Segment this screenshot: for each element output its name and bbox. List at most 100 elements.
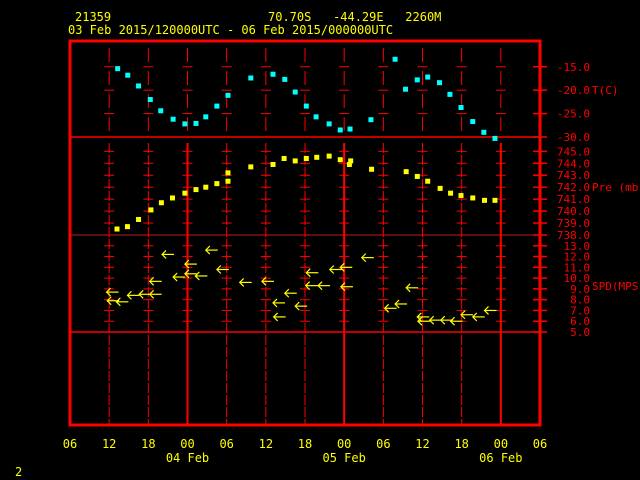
temperature-point [492, 135, 498, 141]
pressure-point [425, 178, 431, 184]
temperature-point [481, 129, 487, 135]
station-location: 70.70S -44.29E 2260M [268, 10, 441, 24]
pressure-point [403, 169, 409, 175]
temperature-point [125, 72, 131, 78]
temperature-point [248, 75, 254, 81]
wind-arrow [238, 277, 252, 287]
page-number: 2 [15, 465, 22, 479]
temperature-point [282, 76, 288, 82]
y-tick-label: -25.0 [557, 108, 590, 121]
pressure-point [303, 156, 309, 162]
temperature-point [203, 114, 209, 120]
y-axis-title: T(C) [592, 84, 619, 97]
data-marks [105, 56, 498, 326]
pressure-point [470, 195, 476, 201]
wind-arrow [272, 312, 286, 322]
pressure-point [492, 197, 498, 203]
pressure-point [437, 185, 443, 191]
temperature-point [392, 56, 398, 62]
pressure-point [148, 207, 154, 213]
temperature-point [347, 126, 353, 132]
x-tick-label: 18 [298, 437, 312, 451]
y-tick-label: 5.0 [570, 326, 590, 339]
temperature-point [270, 71, 276, 77]
temperature-point [158, 108, 164, 114]
pressure-point [203, 184, 209, 190]
station-id: 21359 [75, 10, 111, 24]
temperature-point [403, 86, 409, 92]
wind-arrow [172, 272, 186, 282]
pressure-point [337, 157, 343, 163]
wind-arrow [428, 315, 442, 325]
temperature-point [303, 103, 309, 109]
x-tick-label: 06 [376, 437, 390, 451]
x-date-label: 06 Feb [479, 451, 522, 465]
y-axis-title: Pre (mb) [592, 181, 640, 194]
wind-arrow [417, 316, 430, 326]
temperature-point [368, 117, 374, 123]
pressure-point [458, 193, 464, 199]
pressure-point [448, 190, 454, 196]
temperature-point [436, 80, 442, 86]
temperature-point [447, 91, 453, 97]
temperature-point [170, 116, 176, 122]
temperature-point [425, 74, 431, 80]
temperature-point [193, 120, 199, 126]
x-date-label: 04 Feb [166, 451, 209, 465]
x-tick-label: 12 [259, 437, 273, 451]
axis-labels: -15.0-20.0-25.0-30.0T(C)745.0744.0743.07… [63, 61, 640, 465]
pressure-point [326, 153, 332, 159]
pressure-point [158, 200, 164, 206]
wind-arrow [148, 289, 162, 299]
x-tick-label: 18 [454, 437, 468, 451]
pressure-point [193, 187, 199, 193]
wind-arrow [383, 303, 397, 313]
temperature-point [337, 127, 343, 133]
wind-arrow [328, 265, 342, 274]
temperature-point [292, 89, 298, 95]
time-period: 03 Feb 2015/120000UTC - 06 Feb 2015/0000… [68, 23, 393, 37]
temperature-point [136, 83, 142, 89]
wind-arrow [305, 268, 319, 278]
temperature-point [147, 97, 153, 103]
x-tick-label: 06 [219, 437, 233, 451]
pressure-point [270, 161, 276, 167]
pressure-point [182, 190, 188, 196]
wind-arrow [360, 253, 374, 263]
pressure-point [114, 226, 120, 232]
temperature-point [225, 92, 231, 98]
temperature-point [326, 121, 332, 127]
wind-arrow [339, 262, 353, 272]
temperature-point [182, 121, 188, 127]
pressure-point [169, 195, 175, 201]
y-tick-label: -30.0 [557, 131, 590, 144]
pressure-point [369, 166, 375, 172]
x-tick-label: 18 [141, 437, 155, 451]
wind-arrow [483, 306, 497, 315]
temperature-point [115, 66, 121, 72]
pressure-point [346, 161, 352, 167]
wind-arrow [405, 283, 419, 293]
wind-arrow [449, 316, 463, 326]
x-tick-label: 12 [415, 437, 429, 451]
temperature-point [214, 103, 220, 109]
temperature-point [414, 77, 420, 83]
y-tick-label: -15.0 [557, 61, 590, 74]
wind-arrow [126, 290, 140, 300]
wind-arrow [194, 271, 208, 281]
pressure-point [136, 216, 142, 222]
x-tick-label: 00 [337, 437, 351, 451]
wind-arrow [204, 245, 218, 255]
pressure-point [292, 158, 298, 164]
pressure-point [482, 197, 488, 203]
wind-arrow [460, 310, 474, 320]
pressure-point [248, 164, 254, 170]
x-date-label: 05 Feb [322, 451, 365, 465]
wind-arrow [317, 281, 331, 291]
pressure-point [281, 156, 287, 162]
pressure-point [214, 181, 220, 187]
pressure-point [124, 224, 130, 230]
pressure-point [225, 178, 231, 184]
pressure-point [314, 154, 320, 160]
wind-arrow [161, 249, 175, 259]
